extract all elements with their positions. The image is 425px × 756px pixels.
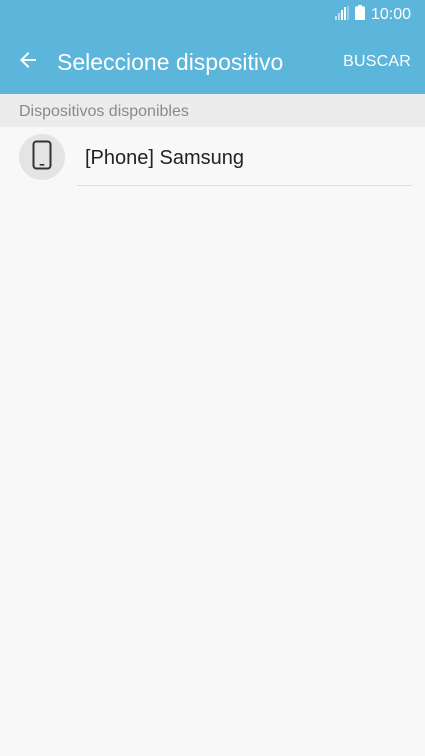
status-indicators: 10:00: [334, 5, 411, 25]
device-list: [Phone] Samsung: [0, 127, 425, 187]
screen: 10:00 Seleccione dispositivo BUSCAR Disp…: [0, 0, 425, 756]
search-button[interactable]: BUSCAR: [343, 51, 411, 73]
device-avatar: [19, 134, 65, 180]
back-button[interactable]: [6, 40, 50, 84]
clock: 10:00: [370, 6, 411, 23]
page-title: Seleccione dispositivo: [57, 49, 284, 75]
battery-icon: [354, 5, 371, 25]
divider: [77, 185, 412, 186]
list-item[interactable]: [Phone] Samsung: [0, 127, 425, 187]
status-bar: 10:00: [0, 0, 425, 30]
device-name: [Phone] Samsung: [85, 147, 244, 169]
back-arrow-icon: [16, 48, 40, 77]
app-bar: Seleccione dispositivo BUSCAR: [0, 30, 425, 94]
phone-icon: [32, 140, 52, 175]
section-header-label: Dispositivos disponibles: [19, 103, 189, 120]
signal-icon: [334, 5, 355, 25]
section-header: Dispositivos disponibles: [0, 94, 425, 127]
